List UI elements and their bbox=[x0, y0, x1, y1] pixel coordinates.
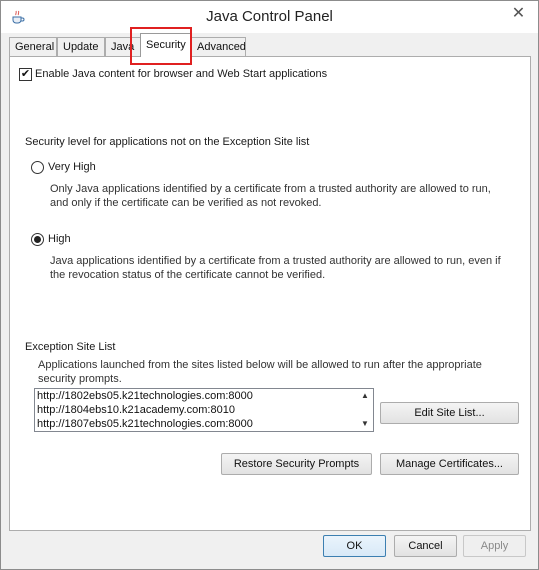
high-radio[interactable] bbox=[31, 233, 44, 246]
tab-java[interactable]: Java bbox=[105, 37, 141, 56]
apply-button[interactable]: Apply bbox=[463, 535, 526, 557]
tab-security[interactable]: Security bbox=[140, 33, 192, 57]
restore-security-prompts-button[interactable]: Restore Security Prompts bbox=[221, 453, 372, 475]
cancel-button[interactable]: Cancel bbox=[394, 535, 457, 557]
security-panel: ✔ Enable Java content for browser and We… bbox=[9, 56, 531, 531]
scroll-down-arrow-icon[interactable]: ▼ bbox=[357, 417, 373, 431]
enable-java-checkbox[interactable]: ✔ bbox=[19, 68, 32, 81]
high-label: High bbox=[48, 233, 71, 245]
edit-site-list-button[interactable]: Edit Site List... bbox=[380, 402, 519, 424]
very-high-radio[interactable] bbox=[31, 161, 44, 174]
enable-java-label: Enable Java content for browser and Web … bbox=[35, 68, 328, 80]
tab-general[interactable]: General bbox=[9, 37, 57, 56]
close-icon: ✕ bbox=[511, 5, 526, 22]
java-control-panel-window: Java Control Panel ✕ General Update Java… bbox=[0, 0, 539, 570]
close-button[interactable]: ✕ bbox=[505, 2, 532, 24]
tab-advanced[interactable]: Advanced bbox=[191, 37, 246, 56]
list-scrollbar[interactable]: ▲ ▼ bbox=[357, 389, 373, 431]
checkmark-icon: ✔ bbox=[20, 68, 31, 80]
manage-certificates-button[interactable]: Manage Certificates... bbox=[380, 453, 519, 475]
window-title: Java Control Panel bbox=[206, 8, 333, 25]
high-description: Java applications identified by a certif… bbox=[50, 255, 501, 281]
exception-site-description: Applications launched from the sites lis… bbox=[38, 359, 482, 385]
tab-update[interactable]: Update bbox=[57, 37, 105, 56]
list-item[interactable]: http://1804ebs10.k21academy.com:8010 bbox=[35, 403, 373, 417]
security-level-heading: Security level for applications not on t… bbox=[25, 136, 310, 148]
very-high-label: Very High bbox=[48, 161, 96, 173]
list-item[interactable]: http://1807ebs05.k21technologies.com:800… bbox=[35, 417, 373, 431]
very-high-description: Only Java applications identified by a c… bbox=[50, 183, 491, 209]
ok-button[interactable]: OK bbox=[323, 535, 386, 557]
scroll-up-arrow-icon[interactable]: ▲ bbox=[357, 389, 373, 403]
exception-site-listbox[interactable]: http://1802ebs05.k21technologies.com:800… bbox=[34, 388, 374, 432]
title-bar[interactable]: Java Control Panel ✕ bbox=[1, 1, 538, 33]
list-item[interactable]: http://1802ebs05.k21technologies.com:800… bbox=[35, 389, 373, 403]
exception-site-list-heading: Exception Site List bbox=[25, 341, 116, 353]
